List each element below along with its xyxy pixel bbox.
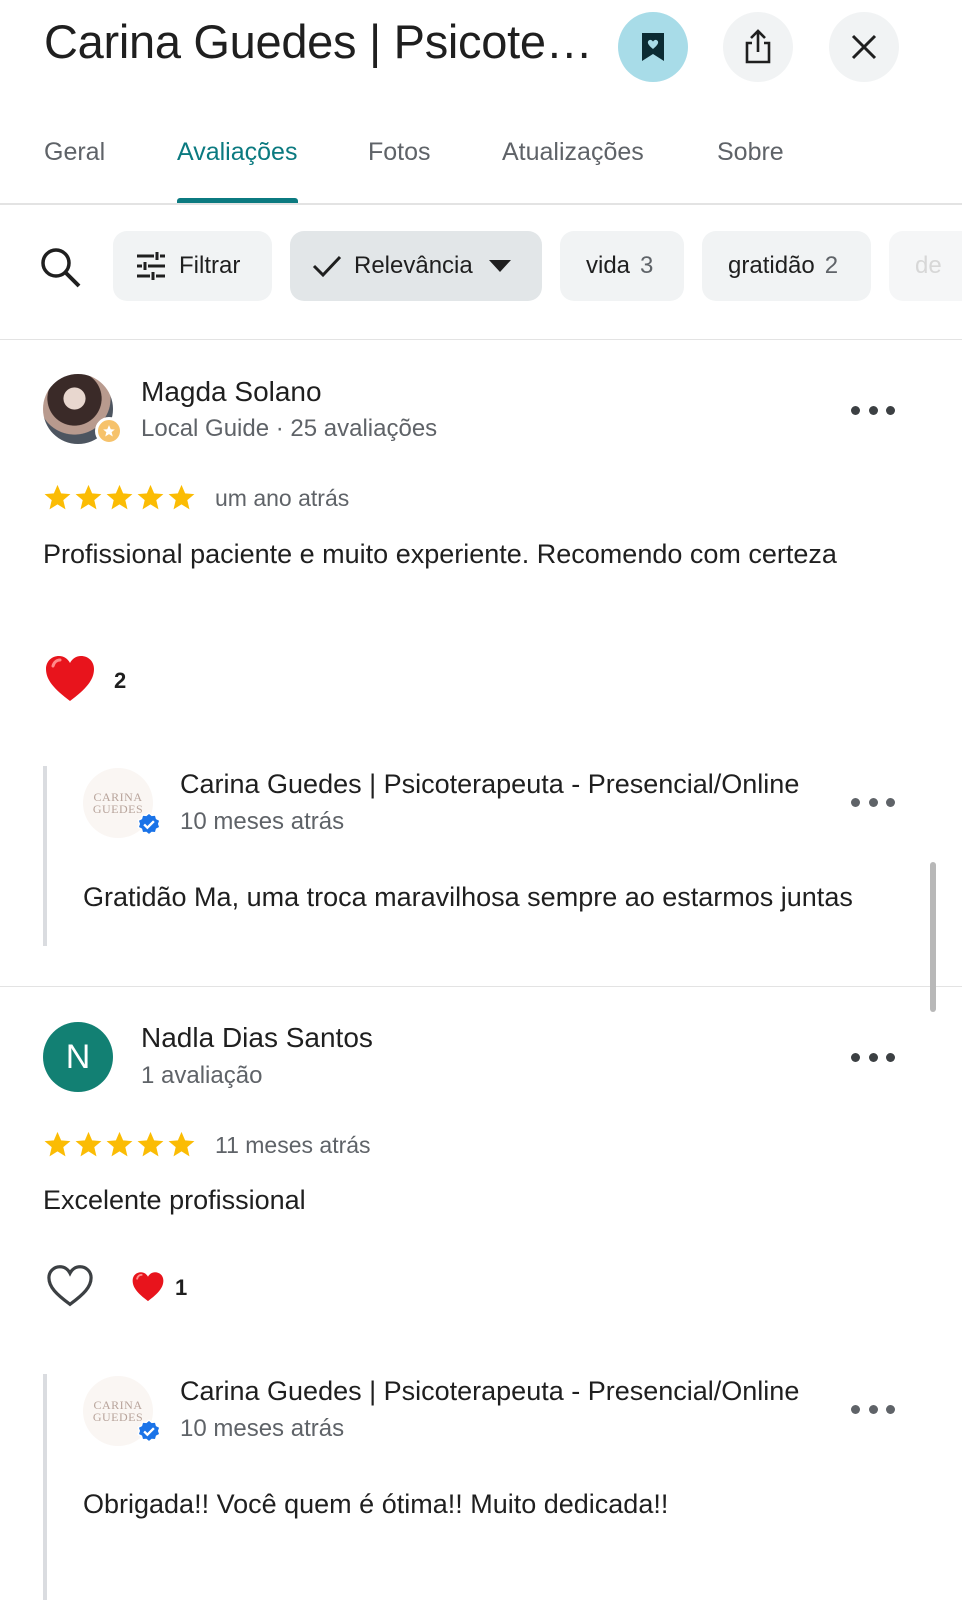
place-header: Carina Guedes | Psicoterapeuta - Presenc… <box>0 0 962 100</box>
star-icon <box>44 1131 71 1157</box>
reply-text[interactable]: Gratidão Ma, uma troca maravilhosa sempr… <box>83 882 883 913</box>
topic-chip-count: 2 <box>824 252 839 279</box>
star-icon <box>168 484 195 510</box>
review-text: Excelente profissional <box>43 1185 306 1215</box>
topic-chip-label: gratidão <box>728 252 815 279</box>
reply-indicator <box>43 1374 47 1600</box>
scrollbar-thumb[interactable] <box>930 862 936 1012</box>
topic-chip-count: 3 <box>640 252 654 279</box>
review-filter-bar: Filtrar Relevância vida 3 gratidão 2 de <box>0 205 962 340</box>
heart-reaction-icon[interactable] <box>131 1271 165 1303</box>
reviewer-stats: Local Guide · 25 avaliações <box>141 415 438 442</box>
heart-count: 1 <box>175 1275 188 1300</box>
place-title: Carina Guedes | Psicoterapeuta - Presenc… <box>44 15 604 68</box>
star-icon <box>137 484 164 510</box>
owner-name: Carina Guedes | Psicoterapeuta - Presenc… <box>180 1376 800 1406</box>
review-text: Profissional paciente e muito experiente… <box>43 539 837 569</box>
heart-reaction-icon[interactable] <box>44 654 96 704</box>
reviewer-avatar[interactable]: N <box>43 1022 113 1092</box>
star-icon <box>44 484 71 510</box>
like-heart-outline-icon[interactable] <box>46 1264 94 1308</box>
star-icon <box>75 1131 102 1157</box>
chevron-down-icon <box>488 260 511 272</box>
filter-label: Filtrar <box>179 252 241 279</box>
topic-chip-vida[interactable]: vida 3 <box>560 231 684 301</box>
verified-icon <box>137 812 161 836</box>
reviewer-name[interactable]: Nadla Dias Santos <box>141 1022 373 1054</box>
star-rating <box>43 483 196 512</box>
active-tab-indicator <box>177 198 298 203</box>
tab-atualizacoes[interactable]: Atualizações <box>502 138 644 167</box>
review-divider <box>0 986 962 987</box>
star-badge-icon <box>103 425 115 437</box>
reply-time: 10 meses atrás <box>180 1415 345 1442</box>
close-icon <box>851 34 877 60</box>
sort-label: Relevância <box>354 252 473 279</box>
local-guide-badge <box>95 417 123 445</box>
reviewer-name[interactable]: Magda Solano <box>141 376 322 408</box>
review-time: 11 meses atrás <box>215 1132 371 1158</box>
tab-sobre[interactable]: Sobre <box>717 138 784 167</box>
star-icon <box>75 484 102 510</box>
topic-chip-gratidao[interactable]: gratidão 2 <box>702 231 871 301</box>
topic-chip-partial[interactable]: de <box>889 231 962 301</box>
reply-indicator <box>43 766 47 946</box>
reply-more-options-button[interactable] <box>851 795 895 809</box>
tab-avaliacoes[interactable]: Avaliações <box>177 138 297 167</box>
tab-bar: Geral Avaliações Fotos Atualizações Sobr… <box>0 110 962 205</box>
review-time: um ano atrás <box>215 485 350 511</box>
search-icon[interactable] <box>38 245 82 289</box>
save-button[interactable] <box>618 12 688 82</box>
more-options-button[interactable] <box>851 1050 895 1064</box>
tab-geral[interactable]: Geral <box>44 138 105 167</box>
reviewer-stats: 1 avaliação <box>141 1062 263 1089</box>
heart-count: 2 <box>114 668 127 693</box>
owner-name: Carina Guedes | Psicoterapeuta - Presenc… <box>180 769 800 799</box>
star-icon <box>106 1131 133 1157</box>
share-icon <box>745 29 771 64</box>
filter-button[interactable]: Filtrar <box>113 231 272 301</box>
star-icon <box>106 484 133 510</box>
bookmark-icon <box>642 33 664 61</box>
tune-icon <box>137 252 165 280</box>
verified-icon <box>137 1419 161 1443</box>
topic-chip-label: vida <box>586 252 631 279</box>
check-icon <box>312 255 342 278</box>
reply-text: Obrigada!! Você quem é ótima!! Muito ded… <box>83 1489 669 1519</box>
close-button[interactable] <box>829 12 899 82</box>
sort-dropdown[interactable]: Relevância <box>290 231 542 301</box>
more-options-button[interactable] <box>851 403 895 417</box>
star-rating <box>43 1130 196 1159</box>
star-icon <box>137 1131 164 1157</box>
star-icon <box>168 1131 195 1157</box>
reply-more-options-button[interactable] <box>851 1402 895 1416</box>
share-button[interactable] <box>723 12 793 82</box>
reply-time: 10 meses atrás <box>180 808 345 835</box>
topic-chip-label: de <box>915 252 942 279</box>
tab-fotos[interactable]: Fotos <box>368 138 431 167</box>
